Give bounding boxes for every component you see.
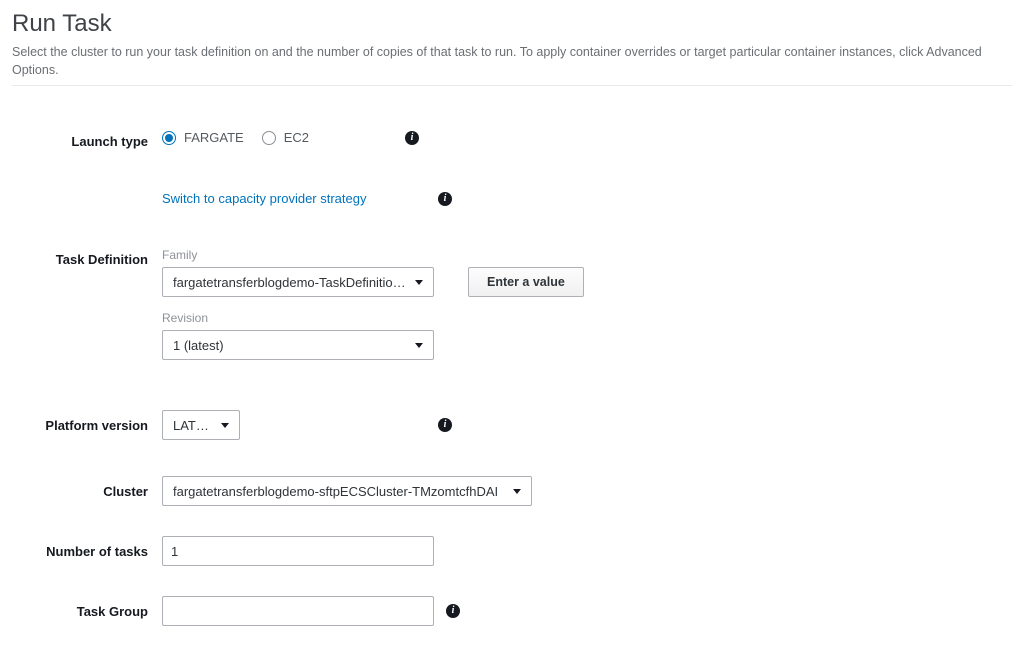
radio-circle-selected-icon — [162, 131, 176, 145]
select-task-revision[interactable]: 1 (latest) — [162, 330, 434, 360]
radio-circle-icon — [262, 131, 276, 145]
row-task-group: Task Group i — [12, 596, 1012, 626]
sublabel-revision: Revision — [162, 311, 584, 325]
page-title: Run Task — [12, 10, 1012, 38]
sublabel-family: Family — [162, 248, 584, 262]
select-task-revision-value: 1 (latest) — [173, 338, 224, 353]
label-number-of-tasks: Number of tasks — [12, 536, 162, 559]
select-task-family[interactable]: fargatetransferblogdemo-TaskDefinition-E… — [162, 267, 434, 297]
row-cluster: Cluster fargatetransferblogdemo-sftpECSC… — [12, 476, 1012, 506]
caret-down-icon — [415, 343, 423, 348]
enter-value-button[interactable]: Enter a value — [468, 267, 584, 297]
row-number-of-tasks: Number of tasks — [12, 536, 1012, 566]
caret-down-icon — [513, 489, 521, 494]
switch-capacity-provider-link[interactable]: Switch to capacity provider strategy — [162, 191, 366, 206]
label-task-definition: Task Definition — [12, 248, 162, 267]
caret-down-icon — [415, 280, 423, 285]
radio-ec2[interactable]: EC2 — [262, 130, 309, 145]
info-icon[interactable]: i — [405, 131, 419, 145]
select-platform-version[interactable]: LATEST — [162, 410, 240, 440]
info-icon[interactable]: i — [438, 418, 452, 432]
divider — [12, 85, 1012, 86]
select-platform-version-value: LATEST — [173, 418, 213, 433]
select-cluster[interactable]: fargatetransferblogdemo-sftpECSCluster-T… — [162, 476, 532, 506]
launch-type-radio-group: FARGATE EC2 — [162, 130, 309, 145]
label-cluster: Cluster — [12, 476, 162, 499]
page-description: Select the cluster to run your task defi… — [12, 44, 1012, 79]
label-launch-type: Launch type — [12, 130, 162, 149]
row-platform-version: Platform version LATEST i — [12, 410, 1012, 440]
info-icon[interactable]: i — [438, 192, 452, 206]
caret-down-icon — [221, 423, 229, 428]
row-task-definition: Task Definition Family fargatetransferbl… — [12, 248, 1012, 360]
label-platform-version: Platform version — [12, 410, 162, 433]
radio-label-fargate: FARGATE — [184, 130, 244, 145]
label-empty — [12, 191, 162, 195]
row-launch-type: Launch type FARGATE EC2 i — [12, 130, 1012, 149]
number-of-tasks-input[interactable] — [162, 536, 434, 566]
select-task-family-value: fargatetransferblogdemo-TaskDefinition-E… — [173, 275, 407, 290]
task-group-input[interactable] — [162, 596, 434, 626]
row-switch-link: Switch to capacity provider strategy i — [12, 191, 1012, 206]
radio-label-ec2: EC2 — [284, 130, 309, 145]
select-cluster-value: fargatetransferblogdemo-sftpECSCluster-T… — [173, 484, 498, 499]
radio-fargate[interactable]: FARGATE — [162, 130, 244, 145]
label-task-group: Task Group — [12, 596, 162, 619]
info-icon[interactable]: i — [446, 604, 460, 618]
